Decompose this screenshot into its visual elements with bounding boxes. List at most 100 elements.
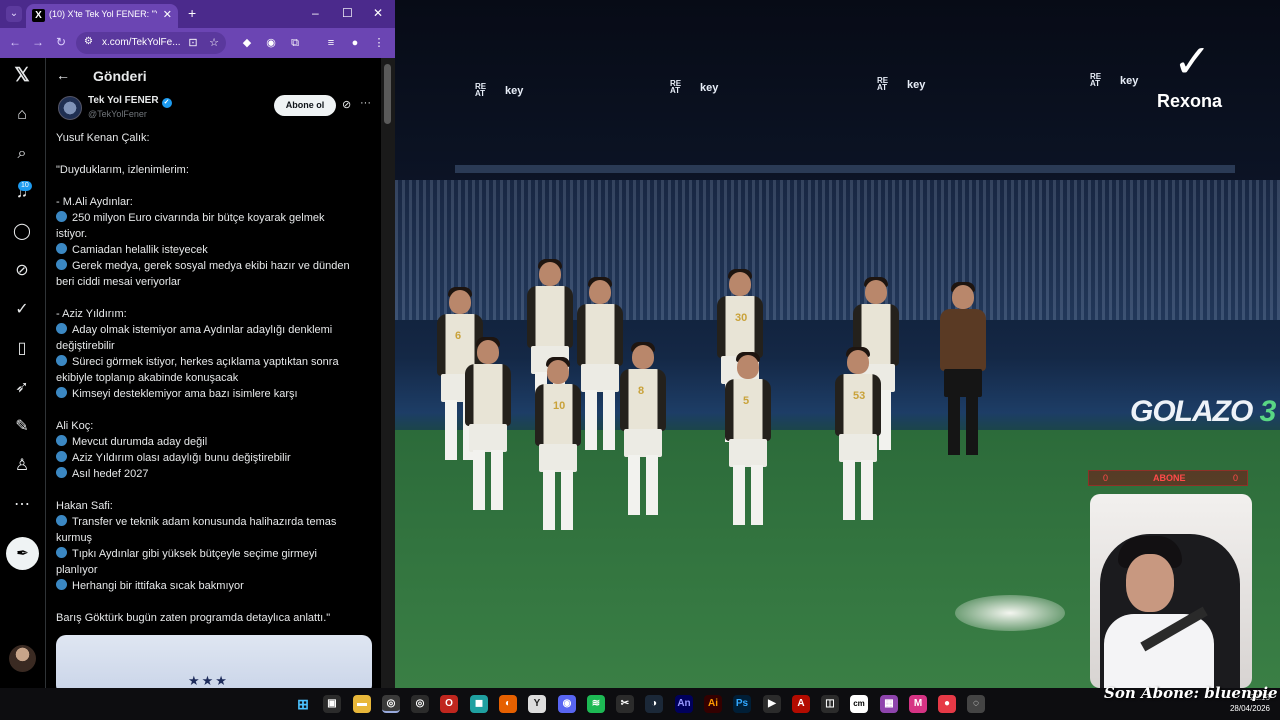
post-text-line: Tıpkı Aydınlar gibi yüksek bütçeyle seçi… <box>56 546 361 562</box>
blue-circle-emoji-icon <box>56 259 67 270</box>
more-icon[interactable]: ⋯ <box>12 495 32 515</box>
profile-avatar-icon[interactable]: ● <box>348 36 362 50</box>
post-text-line: ekibiyle toplanıp akabinde konuşacak <box>56 372 239 384</box>
capcut-icon[interactable]: ✂ <box>616 695 634 713</box>
post-more-icon[interactable]: ··· <box>360 97 371 109</box>
cm-app-icon[interactable]: cm <box>850 695 868 713</box>
account-avatar[interactable] <box>9 645 36 672</box>
spotify-icon[interactable]: ≋ <box>587 695 605 713</box>
blue-circle-emoji-icon <box>56 451 67 462</box>
yandex-icon[interactable]: Y <box>528 695 546 713</box>
start-button-icon[interactable]: ⊞ <box>294 695 312 713</box>
app-icon[interactable]: ▦ <box>880 695 898 713</box>
post-text-line: Hakan Safi: <box>56 500 113 512</box>
grok-explain-icon[interactable]: ⊘ <box>342 98 351 111</box>
camera-icon[interactable]: ◫ <box>821 695 839 713</box>
illustrator-icon[interactable]: Ai <box>704 695 722 713</box>
author-name[interactable]: Tek Yol FENER ✓ <box>88 95 172 108</box>
new-tab-button[interactable]: + <box>188 5 196 21</box>
post-text-line: Aziz Yıldırım olası adaylığı bunu değişt… <box>56 450 361 466</box>
post-detail-pane: ← Gönderi Tek Yol FENER ✓ @TekYolFener Ab… <box>46 58 381 688</box>
messages-icon[interactable]: ◯ <box>12 222 32 242</box>
search-icon[interactable]: ⌕ <box>12 144 32 164</box>
post-text-line: Herhangi bir ittifaka sıcak bakmıyor <box>56 578 361 594</box>
subscribe-button[interactable]: Abone ol <box>274 95 336 116</box>
reload-button[interactable]: ↻ <box>56 35 66 49</box>
spotlight <box>955 595 1065 631</box>
browser-menu-icon[interactable]: ⋮ <box>372 36 386 50</box>
post-text-line: - M.Ali Aydınlar: <box>56 196 133 208</box>
post-media-image[interactable]: ★★★ <box>56 635 372 688</box>
recorder-icon[interactable]: ● <box>938 695 956 713</box>
install-app-icon[interactable]: ⊡ <box>186 36 200 50</box>
scrollbar[interactable] <box>381 58 395 688</box>
sub-scoreboard: 0 ABONE 0 <box>1088 470 1248 486</box>
back-button[interactable]: ← <box>9 35 21 49</box>
file-explorer-icon[interactable]: ▬ <box>353 695 371 713</box>
chrome-icon[interactable]: ◎ <box>382 695 400 713</box>
x-logo-icon[interactable]: 𝕏 <box>12 66 32 86</box>
app-icon[interactable]: ▶ <box>763 695 781 713</box>
firefox-icon[interactable]: ◐ <box>499 695 517 713</box>
toolbar: ← → ↻ ⚙ x.com/TekYolFe... ⊡ ☆ ◆ ◉ ⧉ ≡ ● … <box>0 28 395 58</box>
author-avatar[interactable] <box>58 96 82 120</box>
tab-search-icon[interactable]: ⌄ <box>6 6 22 22</box>
tab-close-icon[interactable]: ✕ <box>163 8 172 21</box>
close-window-button[interactable]: ✕ <box>373 6 383 20</box>
address-bar[interactable]: ⚙ x.com/TekYolFe... <box>76 32 226 54</box>
author-name-text: Tek Yol FENER <box>88 95 159 106</box>
x-favicon-icon: X <box>32 9 45 22</box>
jobs-rocket-icon[interactable]: ➶ <box>12 378 32 398</box>
discord-icon[interactable]: ◉ <box>558 695 576 713</box>
extension-1-icon[interactable]: ◆ <box>240 36 254 50</box>
back-arrow-icon[interactable]: ← <box>56 67 70 83</box>
minimize-button[interactable]: – <box>312 6 319 20</box>
post-text-line: "Duyduklarım, izlenimlerim: <box>56 164 189 176</box>
forward-button[interactable]: → <box>32 35 44 49</box>
bookmarks-icon[interactable]: ▯ <box>12 339 32 359</box>
scrollbar-thumb[interactable] <box>384 64 391 124</box>
tab-x-post[interactable]: X (10) X'te Tek Yol FENER: "Yusuf Ke... … <box>26 4 178 28</box>
app-icon[interactable]: ◼ <box>470 695 488 713</box>
site-info-icon[interactable]: ⚙ <box>84 36 93 47</box>
post-text-line: Transfer ve teknik adam konusunda haliha… <box>56 514 361 530</box>
post-text-line: Süreci görmek istiyor, herkes açıklama y… <box>56 354 361 370</box>
post-text-line: Mevcut durumda aday değil <box>56 434 361 450</box>
profile-icon[interactable]: ♙ <box>12 456 32 476</box>
post-text-line: beri ciddi mesai veriyorlar <box>56 276 181 288</box>
post-text-line: değiştirebilir <box>56 340 115 352</box>
bookmark-star-icon[interactable]: ☆ <box>207 36 221 50</box>
home-icon[interactable]: ⌂ <box>12 105 32 125</box>
extension-2-icon[interactable]: ◉ <box>264 36 278 50</box>
score-right: 0 <box>1233 473 1239 483</box>
sponsor-board-3: RE AT key <box>877 76 926 92</box>
compose-post-button[interactable]: ✒ <box>6 537 39 570</box>
blue-circle-emoji-icon <box>56 547 67 558</box>
post-text-line: istiyor. <box>56 228 88 240</box>
acrobat-icon[interactable]: A <box>792 695 810 713</box>
steam-icon[interactable]: ◑ <box>645 695 663 713</box>
taskview-icon[interactable]: ▣ <box>323 695 341 713</box>
post-text: Yusuf Kenan Çalık: "Duyduklarım, izleniml… <box>56 130 361 626</box>
articles-icon[interactable]: ✎ <box>12 417 32 437</box>
grok-icon[interactable]: ⊘ <box>12 261 32 281</box>
sponsor-board-1: RE AT key <box>475 82 524 98</box>
photoshop-icon[interactable]: Ps <box>733 695 751 713</box>
app-icon[interactable]: M <box>909 695 927 713</box>
lists-icon[interactable]: ✓ <box>12 300 32 320</box>
extensions-puzzle-icon[interactable]: ⧉ <box>288 36 302 50</box>
blue-circle-emoji-icon <box>56 467 67 478</box>
author-handle[interactable]: @TekYolFener <box>88 109 147 119</box>
notification-badge: 10 <box>18 181 32 191</box>
maximize-button[interactable]: ☐ <box>342 6 353 20</box>
animate-icon[interactable]: An <box>675 695 693 713</box>
opera-icon[interactable]: O <box>440 695 458 713</box>
obs-icon[interactable]: ◌ <box>967 695 985 713</box>
reading-list-icon[interactable]: ≡ <box>324 36 338 50</box>
chrome-2-icon[interactable]: ◎ <box>411 695 429 713</box>
